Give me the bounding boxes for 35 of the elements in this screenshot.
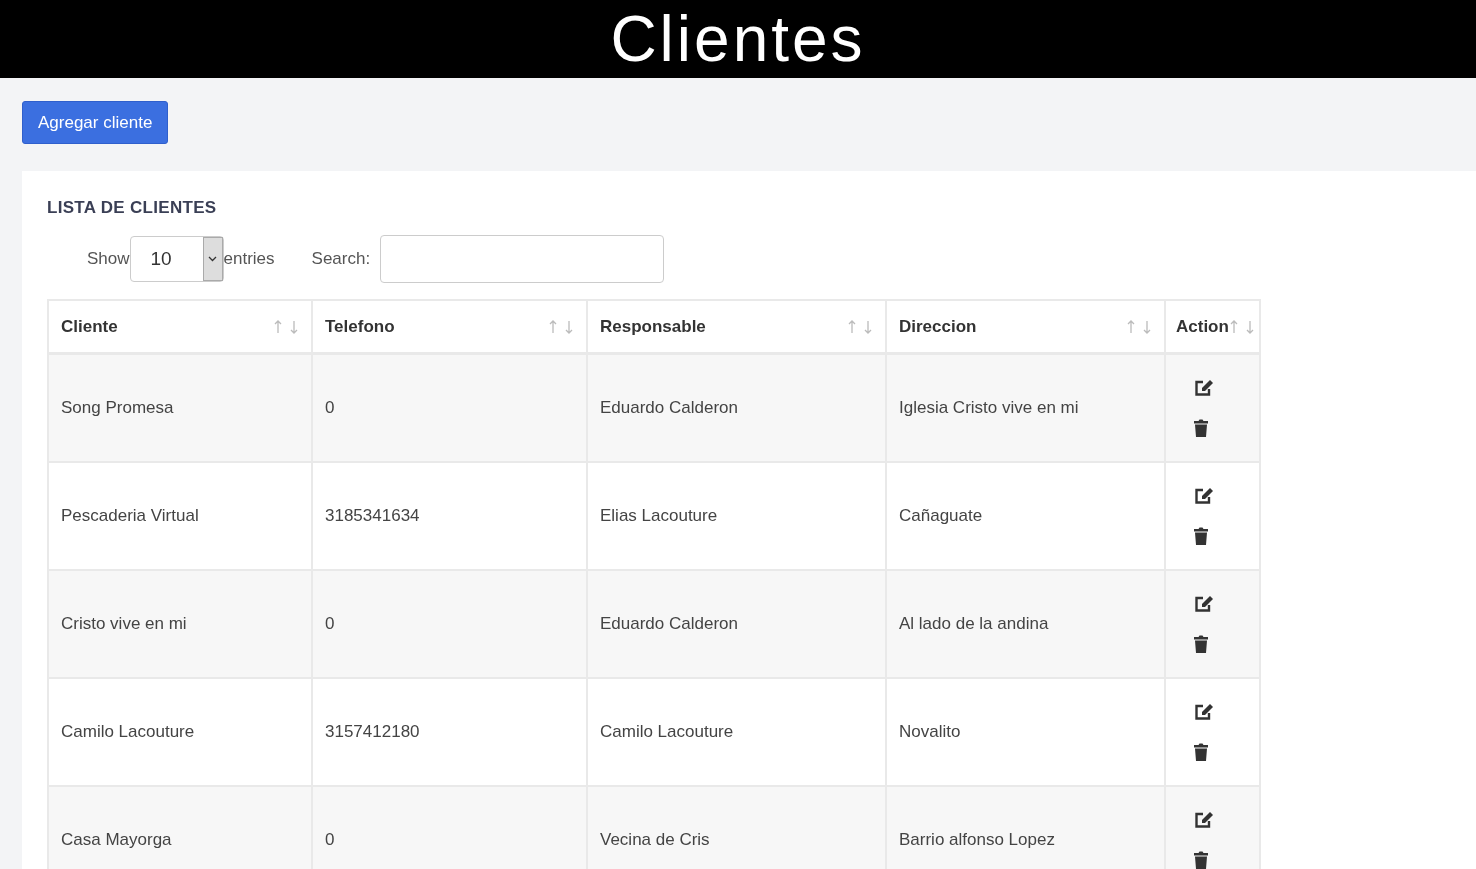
- edit-icon[interactable]: [1194, 379, 1214, 397]
- column-header[interactable]: Cliente: [61, 316, 118, 337]
- edit-icon[interactable]: [1194, 595, 1214, 613]
- column-header[interactable]: Responsable: [600, 316, 706, 337]
- table-cell: Casa Mayorga: [48, 786, 312, 869]
- page-title: Clientes: [610, 2, 866, 77]
- table-cell: Iglesia Cristo vive en mi: [886, 353, 1165, 462]
- table-cell: Eduardo Calderon: [587, 353, 886, 462]
- trash-icon[interactable]: [1194, 419, 1208, 437]
- show-label: Show: [87, 249, 130, 269]
- table-cell: Barrio alfonso Lopez: [886, 786, 1165, 869]
- column-header[interactable]: Direccion: [899, 316, 977, 337]
- edit-icon[interactable]: [1194, 487, 1214, 505]
- card-title: LISTA DE CLIENTES: [47, 198, 218, 218]
- table-cell: 0: [312, 353, 587, 462]
- entries-select[interactable]: 10: [129, 236, 224, 282]
- entries-label: entries: [223, 249, 275, 269]
- table-cell: 0: [312, 786, 587, 869]
- table-cell: 0: [312, 570, 587, 678]
- table-cell: Song Promesa: [48, 353, 312, 462]
- table-cell: Al lado de la andina: [886, 570, 1165, 678]
- search-field[interactable]: [380, 235, 665, 283]
- search-label: Search:: [311, 249, 371, 269]
- trash-icon[interactable]: [1194, 527, 1208, 545]
- column-header[interactable]: Telefono: [325, 316, 395, 337]
- table-cell: Eduardo Calderon: [587, 570, 886, 678]
- trash-icon[interactable]: [1194, 635, 1208, 653]
- edit-icon[interactable]: [1194, 703, 1214, 721]
- trash-icon[interactable]: [1194, 743, 1208, 761]
- caret-icon: [208, 256, 218, 262]
- add-client-button[interactable]: Agregar cliente: [22, 101, 169, 144]
- edit-icon[interactable]: [1194, 811, 1214, 829]
- table-cell: Cristo vive en mi: [48, 570, 312, 678]
- trash-icon[interactable]: [1194, 851, 1208, 869]
- table-cell: Vecina de Cris: [587, 786, 886, 869]
